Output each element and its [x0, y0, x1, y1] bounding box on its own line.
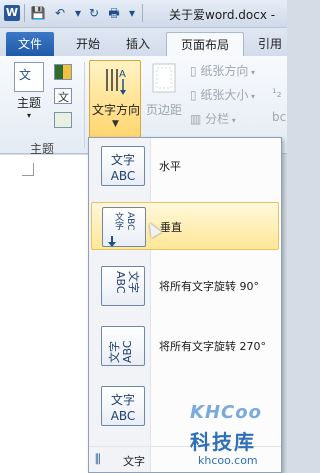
watermark-brand: KHCoo: [190, 402, 262, 423]
themes-label: 主题: [16, 96, 41, 110]
columns-icon: ▥: [190, 112, 206, 126]
chevron-down-icon: ▼: [112, 119, 119, 129]
tab-references[interactable]: 引用: [250, 32, 287, 56]
watermark-url: khcoo.com: [198, 454, 258, 467]
text-direction-label: 文字方向: [91, 103, 140, 117]
columns-button[interactable]: ▥ 分栏 ▾: [190, 110, 236, 127]
orientation-icon: ▯: [190, 64, 201, 78]
chevron-down-icon: ▾: [248, 68, 255, 77]
tab-file[interactable]: 文件: [6, 32, 54, 56]
horizontal-text-icon: 文字 ABC: [101, 146, 145, 186]
margins-button[interactable]: 页边距: [144, 62, 184, 118]
theme-effects-icon[interactable]: [54, 112, 72, 128]
group-divider: [84, 62, 85, 148]
stacked-text-icon: 文字 ABC: [101, 386, 145, 426]
menu-item-label: 将所有文字旋转 270°: [159, 340, 266, 353]
toolbar-divider: [24, 4, 25, 22]
text-direction-options-icon: ⫼: [95, 452, 101, 466]
crop-mark: [22, 175, 34, 176]
rotate-90-icon: 文字 ABC: [101, 266, 145, 306]
watermark-chinese: 科技库: [190, 430, 256, 454]
theme-colors-icon[interactable]: [54, 64, 72, 80]
themes-icon: [14, 62, 44, 92]
theme-fonts-icon[interactable]: 文: [54, 88, 72, 104]
size-button[interactable]: ▯ 纸张大小 ▾: [190, 86, 255, 103]
chevron-down-icon: ▾: [229, 116, 236, 125]
margins-label: 页边距: [145, 103, 182, 117]
menu-item-rotate-270[interactable]: 文字 ABC 将所有文字旋转 270°: [91, 322, 279, 370]
word-app-icon[interactable]: W: [4, 5, 20, 21]
menu-item-label: 水平: [159, 160, 181, 173]
text-direction-icon: A: [106, 69, 126, 95]
chevron-down-icon[interactable]: ▾: [70, 5, 86, 21]
ribbon-tabs: 文件 开始 插入 页面布局 引用: [0, 28, 287, 56]
text-direction-button[interactable]: A 文字方向 ▼: [89, 60, 141, 138]
line-numbers-icon[interactable]: ¹₂: [272, 86, 282, 100]
redo-icon[interactable]: ↻: [86, 5, 102, 21]
columns-label: 分栏: [205, 112, 230, 126]
themes-button[interactable]: 主题 ▾: [12, 62, 46, 120]
menu-item-vertical[interactable]: 文字 ABC 垂直: [91, 202, 279, 250]
tab-home[interactable]: 开始: [66, 32, 110, 56]
hyphenation-icon[interactable]: bc: [272, 110, 286, 124]
menu-item-horizontal[interactable]: 文字 ABC 水平: [91, 142, 279, 190]
menu-item-label: 将所有文字旋转 90°: [159, 280, 259, 293]
crop-mark: [33, 163, 34, 175]
menu-item-label: 垂直: [160, 221, 182, 234]
tab-page-layout[interactable]: 页面布局: [166, 32, 244, 56]
save-icon[interactable]: 💾: [30, 5, 46, 21]
title-bar: W 💾 ↶ ▾ ↻ 🖶 ▾ 关于爱word.docx -: [0, 0, 287, 28]
chevron-down-icon: ▾: [248, 92, 255, 101]
chevron-down-icon: ▾: [26, 111, 31, 120]
svg-text:A: A: [119, 69, 126, 80]
watermark-logo: KHCoo 科技库 khcoo.com: [190, 402, 284, 472]
margins-icon: [152, 63, 176, 93]
undo-icon[interactable]: ↶: [52, 5, 68, 21]
orientation-label: 纸张方向: [200, 64, 249, 78]
size-label: 纸张大小: [200, 88, 249, 102]
size-icon: ▯: [190, 88, 201, 102]
document-title: 关于爱word.docx -: [169, 8, 276, 22]
vertical-text-icon: 文字 ABC: [102, 207, 146, 247]
footer-label: 文字: [123, 455, 145, 468]
menu-item-rotate-90[interactable]: 文字 ABC 将所有文字旋转 90°: [91, 262, 279, 310]
document-page[interactable]: [0, 155, 90, 473]
print-icon[interactable]: 🖶: [106, 5, 122, 21]
rotate-270-icon: 文字 ABC: [101, 326, 145, 366]
toolbar-divider: [142, 4, 143, 22]
tab-insert[interactable]: 插入: [116, 32, 160, 56]
word-window: W 💾 ↶ ▾ ↻ 🖶 ▾ 关于爱word.docx - 文件 开始 插入 页面…: [0, 0, 287, 473]
orientation-button[interactable]: ▯ 纸张方向 ▾: [190, 62, 255, 79]
customize-qat-icon[interactable]: ▾: [124, 5, 140, 21]
